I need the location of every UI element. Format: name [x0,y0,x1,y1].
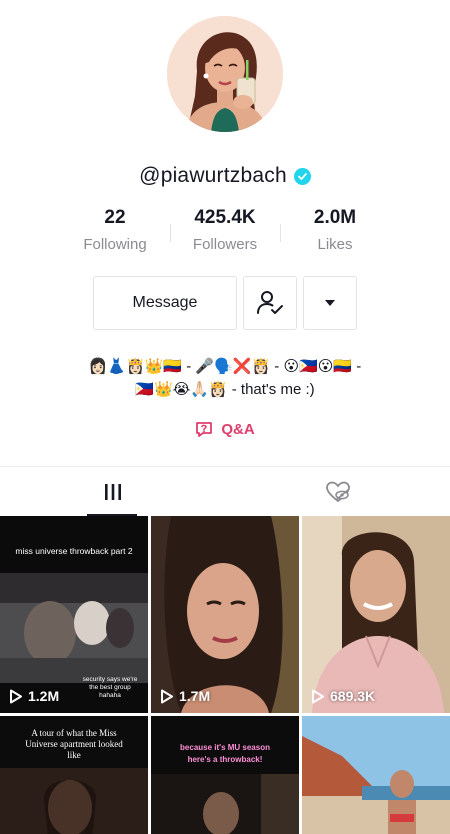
video-caption-top: A tour of what the Miss Universe apartme… [25,728,123,760]
video-thumbnail [151,516,299,713]
view-count-text: 689.3K [330,688,376,704]
followers-label: Followers [192,236,258,253]
avatar-illustration [167,16,283,132]
view-count: 689.3K [311,688,375,704]
tab-videos[interactable] [0,467,225,516]
view-count-text: 1.2M [28,688,60,704]
followers-count: 425.4K [194,207,256,228]
verified-badge-icon [293,167,311,185]
video-thumbnail [0,573,148,683]
following-count: 22 [104,207,126,228]
tab-liked[interactable] [225,467,450,516]
view-count: 1.7M [160,688,210,704]
play-icon [312,689,324,703]
qa-icon [196,422,213,437]
play-icon [161,689,173,703]
following-status-button[interactable] [243,276,297,330]
video-caption-top: miss universe throwback part 2 [15,546,133,556]
likes-count: 2.0M [313,207,357,228]
profile-bio: 👩🏻👗👸🏻👑🇨🇴 - 🎤🗣️❌👸🏻 - 😮🇵🇭😮🇨🇴 - 🇵🇭👑😭🙏🏻👸🏻 - … [30,355,420,401]
message-button[interactable]: Message [93,276,237,330]
more-options-button[interactable] [303,276,357,330]
user-check-icon [257,291,283,314]
video-tile[interactable]: A tour of what the Miss Universe apartme… [0,716,148,834]
video-tile[interactable] [302,716,450,834]
video-tile[interactable]: 1.7M [151,516,299,713]
play-icon [10,689,22,703]
video-thumbnail [151,774,299,834]
video-thumbnail [0,768,148,834]
bio-line: 👩🏻👗👸🏻👑🇨🇴 - 🎤🗣️❌👸🏻 - 😮🇵🇭😮🇨🇴 - [88,358,362,375]
qa-label: Q&A [221,420,255,438]
video-caption-top: because it's MU season here's a throwbac… [180,743,270,764]
view-count-text: 1.7M [179,688,211,704]
qa-link[interactable]: Q&A [0,420,450,438]
profile-avatar[interactable] [167,16,283,132]
following-label: Following [83,236,147,253]
view-count: 1.2M [9,688,59,704]
profile-tabs [0,466,450,516]
profile-stats: 22 Following 425.4K Followers 2.0M Likes [60,206,390,258]
video-tile[interactable]: miss universe throwback part 2 security … [0,516,148,713]
stat-likes: 2.0M Likes [280,206,390,254]
grid-icon [104,483,121,500]
caret-down-icon [325,300,335,306]
stat-followers[interactable]: 425.4K Followers [170,206,280,254]
username-row: @piawurtzbach [0,164,450,188]
video-thumbnail [302,716,450,834]
video-tile[interactable]: 689.3K [302,516,450,713]
stat-following[interactable]: 22 Following [60,206,170,254]
video-caption-bottom: security says we're the best group hahah… [82,676,138,699]
bio-line: 🇵🇭👑😭🙏🏻👸🏻 - that's me :) [135,381,315,398]
video-thumbnail [302,516,450,713]
likes-label: Likes [317,236,353,253]
username: @piawurtzbach [139,164,287,187]
liked-hidden-icon [325,481,350,502]
video-tile[interactable]: because it's MU season here's a throwbac… [151,716,299,834]
